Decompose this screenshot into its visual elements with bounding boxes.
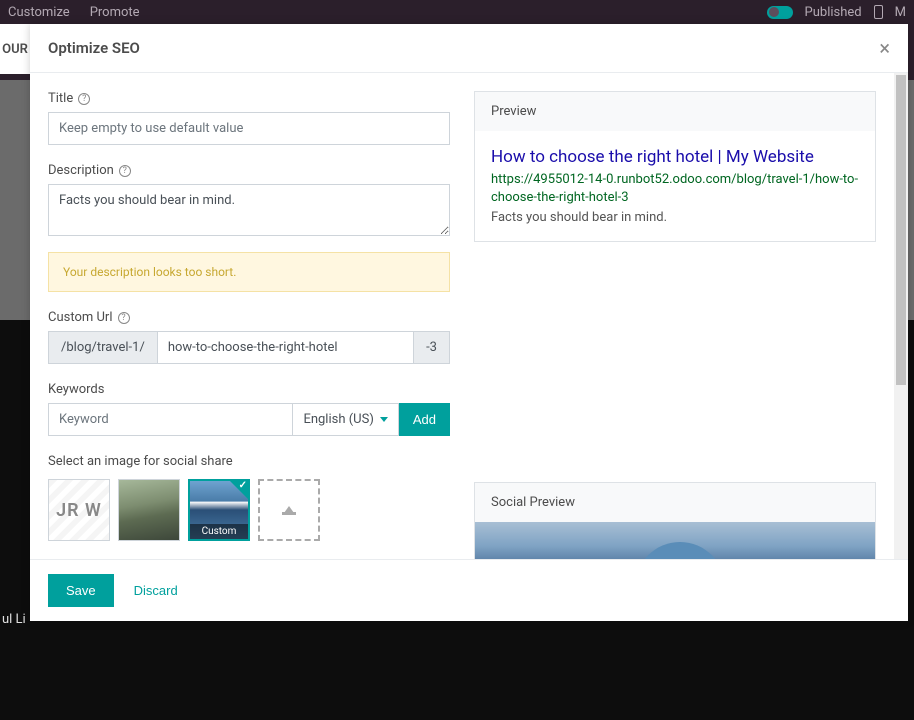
preview-url: https://4955012-14-0.runbot52.odoo.com/b…: [491, 171, 859, 207]
add-keyword-button[interactable]: Add: [399, 403, 450, 436]
close-button[interactable]: ×: [879, 38, 890, 58]
mobile-preview-icon[interactable]: [874, 5, 883, 19]
back-ribbon: OUR: [0, 24, 30, 74]
check-icon: ✓: [239, 480, 247, 491]
thumb-image-1[interactable]: [118, 479, 180, 541]
description-warning: Your description looks too short.: [48, 252, 450, 292]
save-button[interactable]: Save: [48, 574, 114, 607]
preview-box: Preview How to choose the right hotel | …: [474, 91, 876, 242]
help-icon[interactable]: ?: [118, 312, 130, 324]
top-bar: Customize Promote Published M: [0, 0, 914, 24]
custom-url-label: Custom Url ?: [48, 310, 450, 325]
url-suffix: -3: [414, 331, 450, 364]
custom-url-input[interactable]: [157, 331, 414, 364]
image-thumbnails: JR W ✓ Custom: [48, 479, 450, 541]
preview-title: How to choose the right hotel | My Websi…: [491, 147, 859, 167]
help-icon[interactable]: ?: [78, 93, 90, 105]
modal-header: Optimize SEO ×: [30, 24, 908, 73]
url-prefix: /blog/travel-1/: [48, 331, 157, 364]
help-icon[interactable]: ?: [119, 165, 131, 177]
footer-bg-text: ul Li: [2, 612, 26, 627]
preview-heading: Preview: [475, 92, 875, 131]
optimize-seo-modal: Optimize SEO × Title ? Description ? Fac…: [30, 24, 908, 621]
upload-icon: [282, 506, 296, 515]
social-share-label: Select an image for social share: [48, 454, 450, 469]
title-label: Title ?: [48, 91, 450, 106]
modal-footer: Save Discard: [30, 559, 908, 621]
thumb-logo[interactable]: JR W: [48, 479, 110, 541]
keyword-input[interactable]: [48, 403, 293, 436]
keyword-row: English (US) Add: [48, 403, 450, 436]
title-input[interactable]: [48, 112, 450, 145]
description-input[interactable]: Facts you should bear in mind.: [48, 184, 450, 236]
social-preview-box: Social Preview: [474, 482, 876, 559]
topbar-promote[interactable]: Promote: [90, 5, 140, 20]
custom-url-group: /blog/travel-1/ -3: [48, 331, 450, 364]
language-select[interactable]: English (US): [293, 403, 398, 436]
description-label: Description ?: [48, 163, 450, 178]
thumb-custom-label: Custom: [190, 524, 248, 539]
topbar-m: M: [895, 5, 906, 20]
published-toggle[interactable]: [767, 6, 793, 19]
modal-body: Title ? Description ? Facts you should b…: [30, 73, 908, 559]
keywords-label: Keywords: [48, 382, 450, 397]
social-preview-image: [475, 522, 875, 559]
social-preview-heading: Social Preview: [475, 483, 875, 522]
thumb-image-custom[interactable]: ✓ Custom: [188, 479, 250, 541]
topbar-customize[interactable]: Customize: [8, 5, 70, 20]
discard-button[interactable]: Discard: [134, 583, 178, 598]
published-label: Published: [805, 5, 862, 20]
preview-description: Facts you should bear in mind.: [491, 210, 859, 225]
chevron-down-icon: [380, 417, 388, 422]
modal-title: Optimize SEO: [48, 39, 140, 57]
language-value: English (US): [303, 412, 373, 427]
thumb-upload[interactable]: [258, 479, 320, 541]
